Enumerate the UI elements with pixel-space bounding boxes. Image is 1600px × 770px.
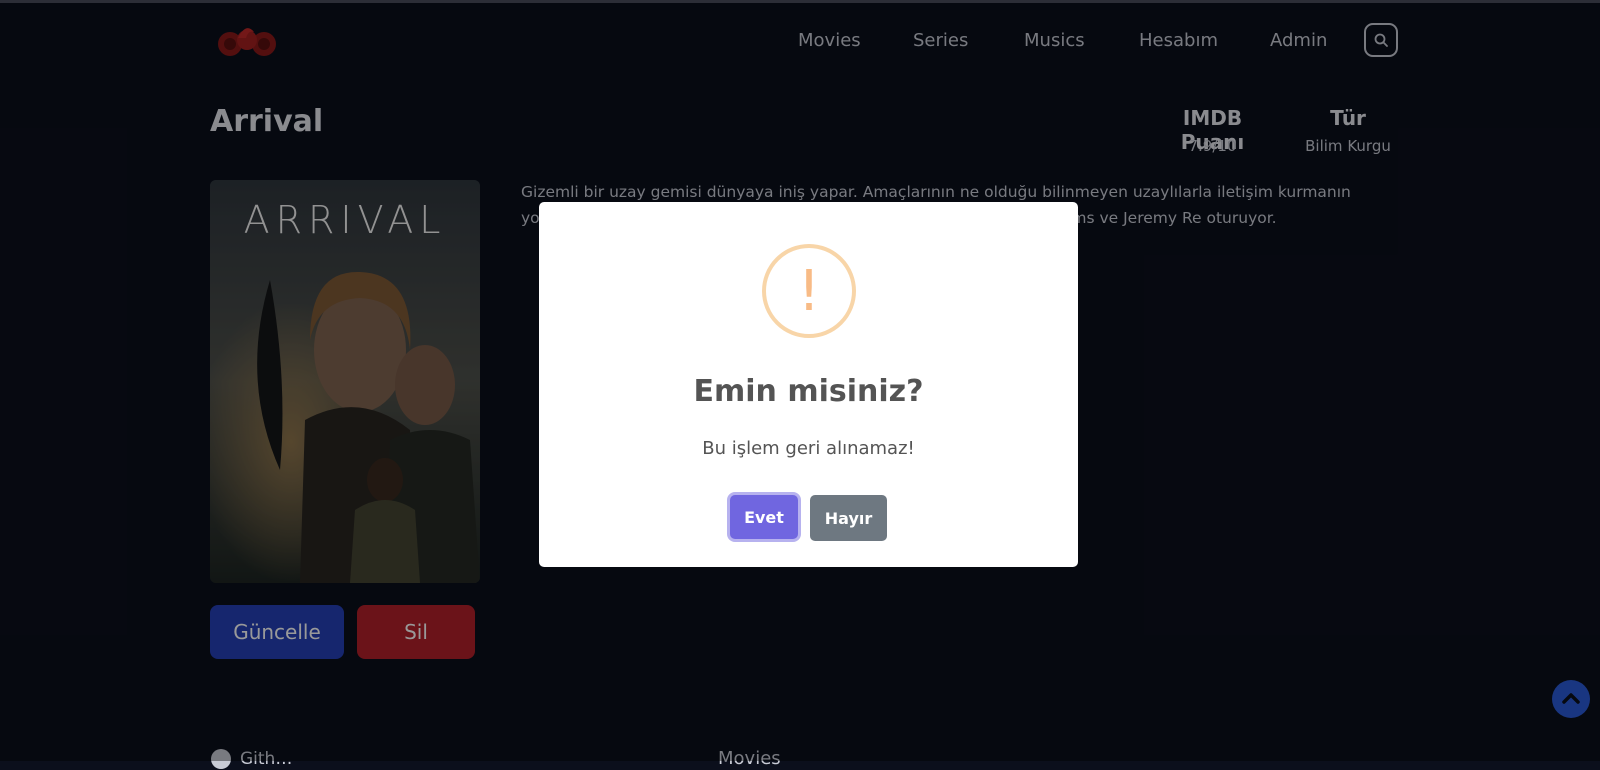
confirm-button[interactable]: Evet	[730, 495, 798, 539]
warning-glyph: !	[797, 258, 821, 324]
dialog-title: Emin misiniz?	[693, 374, 924, 409]
cancel-button[interactable]: Hayır	[810, 495, 887, 541]
dialog-text: Bu işlem geri alınamaz!	[702, 438, 915, 459]
warning-icon: !	[762, 244, 856, 338]
confirm-dialog: ! Emin misiniz? Bu işlem geri alınamaz! …	[539, 202, 1078, 567]
